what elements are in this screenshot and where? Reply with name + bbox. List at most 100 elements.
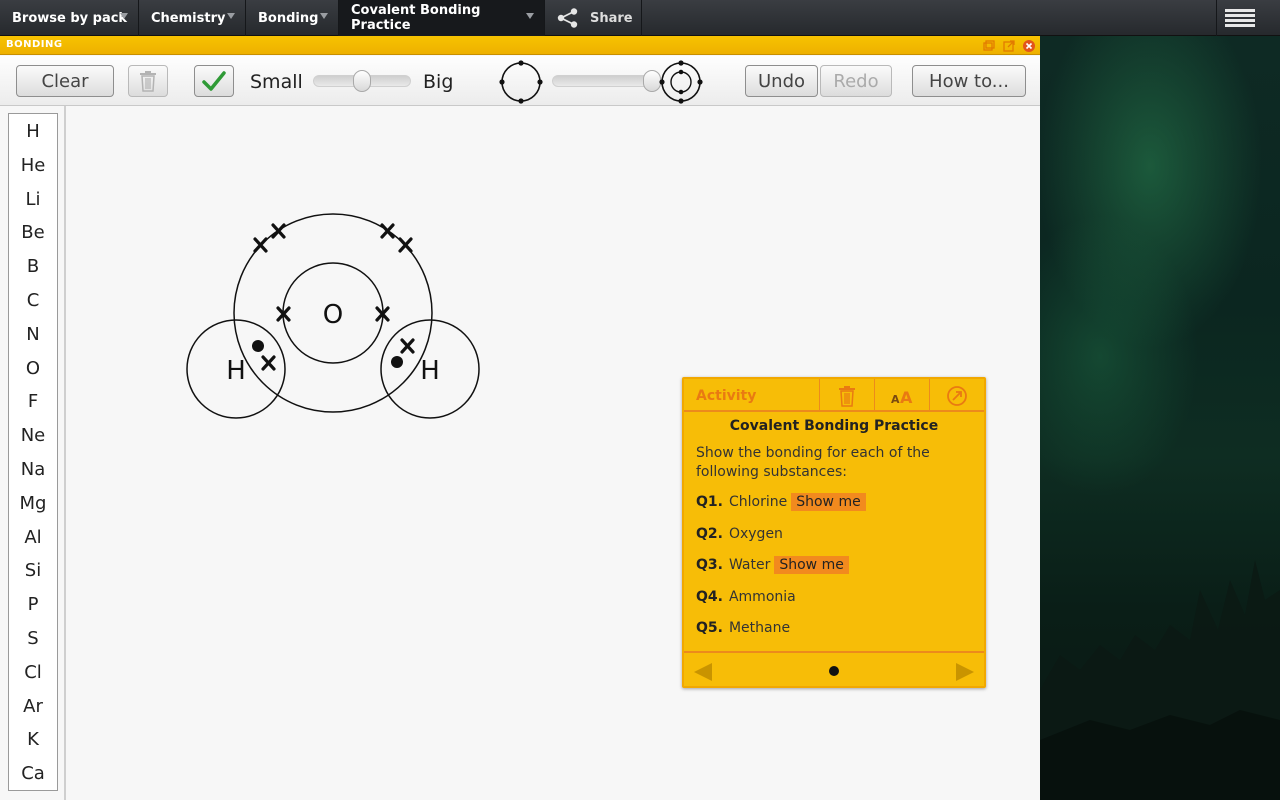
- close-icon: [1023, 40, 1035, 52]
- size-slider-thumb[interactable]: [353, 70, 371, 92]
- electron-cross[interactable]: [398, 237, 413, 253]
- electron-cross[interactable]: [400, 338, 415, 354]
- activity-panel: Activity A A Covalent Bonding Practice S…: [682, 377, 986, 688]
- nav-chemistry[interactable]: Chemistry: [139, 0, 246, 36]
- element-n[interactable]: N: [9, 324, 57, 345]
- svg-text:A: A: [891, 393, 900, 406]
- top-nav-bar: Browse by pack Chemistry Bonding Covalen…: [0, 0, 1280, 36]
- previous-arrow-icon[interactable]: [694, 663, 712, 681]
- activity-header: Activity A A: [684, 379, 984, 412]
- hamburger-icon: [1225, 9, 1255, 12]
- element-k[interactable]: K: [9, 729, 57, 750]
- next-arrow-icon[interactable]: [956, 663, 974, 681]
- trash-icon: [140, 71, 156, 92]
- restore-window-button[interactable]: [982, 38, 996, 52]
- element-o[interactable]: O: [9, 358, 57, 379]
- nav-browse-by-pack[interactable]: Browse by pack: [0, 0, 139, 36]
- page-indicator-dot: [829, 666, 839, 676]
- question-text: Water: [728, 557, 771, 573]
- hamburger-menu-button[interactable]: [1216, 0, 1280, 36]
- popout-window-button[interactable]: [1002, 38, 1016, 52]
- header-divider: [874, 379, 875, 412]
- electron-dot[interactable]: [391, 356, 403, 368]
- question-4: Q4. Ammonia: [696, 587, 796, 607]
- element-b[interactable]: B: [9, 256, 57, 277]
- close-window-button[interactable]: [1022, 38, 1036, 52]
- electron-cross[interactable]: [271, 223, 286, 239]
- atom-symbol-o: O: [323, 300, 343, 330]
- element-na[interactable]: Na: [9, 459, 57, 480]
- clear-button[interactable]: Clear: [16, 65, 114, 97]
- single-shell-icon: [499, 60, 543, 104]
- activity-launch-button[interactable]: [946, 385, 968, 407]
- launch-icon: [947, 386, 967, 406]
- element-palette: H He Li Be B C N O F Ne Na Mg Al Si P S …: [8, 113, 58, 791]
- electron-cross[interactable]: [261, 355, 276, 371]
- chevron-down-icon: [227, 13, 235, 19]
- undo-button[interactable]: Undo: [745, 65, 818, 97]
- question-text: Oxygen: [728, 526, 783, 542]
- activity-footer: [684, 651, 984, 686]
- electron-cross[interactable]: [253, 237, 268, 253]
- element-he[interactable]: He: [9, 155, 57, 176]
- element-f[interactable]: F: [9, 391, 57, 412]
- electron-cross[interactable]: [380, 223, 395, 239]
- nav-covalent-bonding-practice[interactable]: Covalent Bonding Practice: [339, 0, 545, 36]
- activity-header-label: Activity: [696, 388, 757, 404]
- header-divider: [819, 379, 820, 412]
- activity-heading: Covalent Bonding Practice: [729, 418, 939, 434]
- show-me-button-q1[interactable]: Show me: [791, 493, 866, 511]
- chevron-down-icon: [120, 13, 128, 19]
- svg-text:A: A: [900, 388, 913, 407]
- question-1: Q1. Chlorine Show me: [696, 492, 866, 512]
- chevron-down-icon: [526, 13, 534, 19]
- element-ar[interactable]: Ar: [9, 696, 57, 717]
- check-button[interactable]: [194, 65, 234, 97]
- element-li[interactable]: Li: [9, 189, 57, 210]
- shell-slider[interactable]: [552, 70, 661, 92]
- electron-dot[interactable]: [252, 340, 264, 352]
- question-number: Q5.: [696, 620, 723, 636]
- element-al[interactable]: Al: [9, 527, 57, 548]
- hamburger-icon-line: [1225, 19, 1255, 22]
- atom-symbol-h-left: H: [226, 356, 246, 386]
- nav-practice-label: Covalent Bonding Practice: [351, 3, 481, 33]
- nav-bonding-label: Bonding: [258, 10, 319, 26]
- element-ne[interactable]: Ne: [9, 425, 57, 446]
- redo-button[interactable]: Redo: [820, 65, 892, 97]
- nav-bonding[interactable]: Bonding: [246, 0, 339, 36]
- header-divider: [929, 379, 930, 412]
- element-be[interactable]: Be: [9, 222, 57, 243]
- window-title: BONDING: [6, 39, 63, 50]
- nav-browse-label: Browse by pack: [12, 10, 128, 26]
- chevron-down-icon: [320, 13, 328, 19]
- desktop-background: [1040, 36, 1280, 800]
- delete-button[interactable]: [128, 65, 168, 97]
- question-text: Methane: [728, 620, 791, 636]
- element-s[interactable]: S: [9, 628, 57, 649]
- element-ca[interactable]: Ca: [9, 763, 57, 784]
- question-5: Q5. Methane: [696, 618, 790, 638]
- how-to-button[interactable]: How to...: [912, 65, 1026, 97]
- size-slider[interactable]: [313, 70, 411, 92]
- restore-icon: [983, 40, 995, 51]
- element-si[interactable]: Si: [9, 560, 57, 581]
- checkmark-icon: [202, 71, 226, 91]
- text-size-button[interactable]: A A: [889, 385, 913, 407]
- toolbar: Clear Small Big Undo Redo How to...: [0, 56, 1040, 106]
- element-h[interactable]: H: [9, 121, 57, 142]
- activity-delete-button[interactable]: [836, 385, 858, 407]
- question-number: Q1.: [696, 494, 723, 510]
- window-titlebar: BONDING: [0, 36, 1040, 55]
- element-mg[interactable]: Mg: [9, 493, 57, 514]
- nav-chemistry-label: Chemistry: [151, 10, 226, 26]
- element-cl[interactable]: Cl: [9, 662, 57, 683]
- small-label: Small: [250, 71, 303, 93]
- share-button[interactable]: Share: [545, 0, 642, 36]
- show-me-button-q3[interactable]: Show me: [774, 556, 849, 574]
- big-label: Big: [423, 71, 454, 93]
- element-p[interactable]: P: [9, 594, 57, 615]
- double-shell-icon: [659, 60, 703, 104]
- element-c[interactable]: C: [9, 290, 57, 311]
- popout-icon: [1003, 40, 1015, 52]
